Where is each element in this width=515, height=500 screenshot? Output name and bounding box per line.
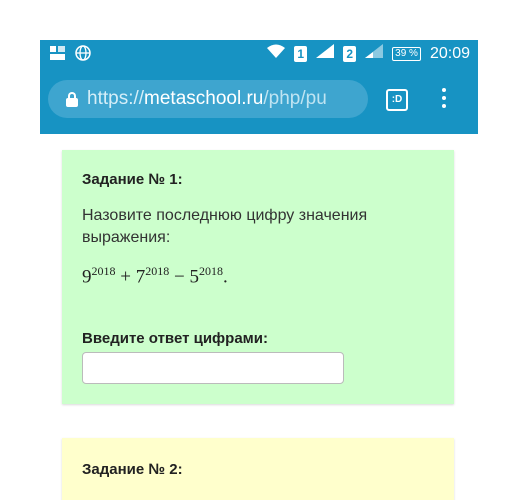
task-question: Назовите последнюю цифру значения выраже…	[82, 207, 368, 246]
task-formula: 92018 + 72018 − 52018.	[82, 264, 228, 288]
lock-icon	[66, 91, 78, 107]
tabs-button[interactable]: :D	[386, 89, 408, 111]
answer-input[interactable]	[82, 352, 344, 384]
task-title: Задание № 2:	[82, 461, 183, 478]
notification-icon	[50, 46, 65, 65]
clock: 20:09	[429, 44, 470, 62]
browser-toolbar: https://metaschool.ru/php/pu :D	[40, 68, 478, 134]
page-content: Задание № 1: Назовите последнюю цифру зн…	[40, 134, 478, 500]
url-host: metaschool.ru	[144, 88, 264, 109]
url-scheme: https://	[87, 88, 145, 109]
globe-icon	[75, 45, 91, 66]
menu-icon[interactable]	[440, 88, 448, 112]
signal-icon	[316, 44, 335, 63]
answer-label: Введите ответ цифрами:	[82, 330, 268, 347]
task-card-1: Задание № 1: Назовите последнюю цифру зн…	[62, 150, 454, 404]
phone-screen: 1 2 39 % 20:09 https://metaschool.ru/php…	[40, 40, 478, 500]
task-card-2: Задание № 2:	[62, 438, 454, 500]
wifi-icon	[267, 44, 286, 63]
status-bar: 1 2 39 % 20:09	[40, 40, 478, 68]
url-field[interactable]: https://metaschool.ru/php/pu	[48, 80, 368, 118]
sim2-badge: 2	[343, 45, 357, 62]
task-title: Задание № 1:	[82, 171, 183, 188]
sim1-badge: 1	[294, 45, 308, 62]
battery-icon: 39 %	[392, 46, 421, 61]
signal-icon	[365, 44, 384, 63]
url-path: /php/pu	[263, 88, 327, 109]
